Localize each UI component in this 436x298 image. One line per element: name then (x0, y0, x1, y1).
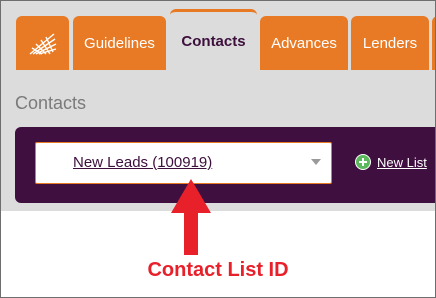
annotation-label: Contact List ID (147, 259, 289, 281)
tab-overflow[interactable] (432, 16, 435, 70)
annotation-arrow (171, 179, 211, 255)
tab-advances-label: Advances (271, 34, 337, 52)
chart-logo-icon (29, 33, 56, 55)
tab-lenders-label: Lenders (362, 34, 418, 52)
contact-list-select-value: New Leads (100919) (73, 154, 213, 171)
home-logo-tab[interactable] (16, 16, 69, 70)
new-list-link[interactable]: New List (355, 154, 427, 170)
contact-list-bar: New Leads (100919) New List (15, 127, 435, 203)
tab-bar: Guidelines Contacts Advances Lenders (1, 1, 435, 71)
page-title: Contacts (15, 93, 87, 113)
tab-contacts[interactable]: Contacts (170, 9, 257, 71)
screenshot-frame: Guidelines Contacts Advances Lenders Con… (0, 0, 436, 298)
contact-list-select[interactable]: New Leads (100919) (35, 142, 332, 184)
chevron-down-icon[interactable] (311, 159, 321, 165)
tab-guidelines[interactable]: Guidelines (73, 16, 166, 70)
new-list-label: New List (377, 154, 427, 170)
tab-advances[interactable]: Advances (260, 16, 348, 70)
tab-guidelines-label: Guidelines (84, 34, 155, 52)
app-area: Guidelines Contacts Advances Lenders Con… (1, 1, 435, 211)
plus-circle-icon (355, 154, 371, 170)
tab-contacts-label: Contacts (181, 33, 246, 50)
tab-lenders[interactable]: Lenders (351, 16, 429, 70)
